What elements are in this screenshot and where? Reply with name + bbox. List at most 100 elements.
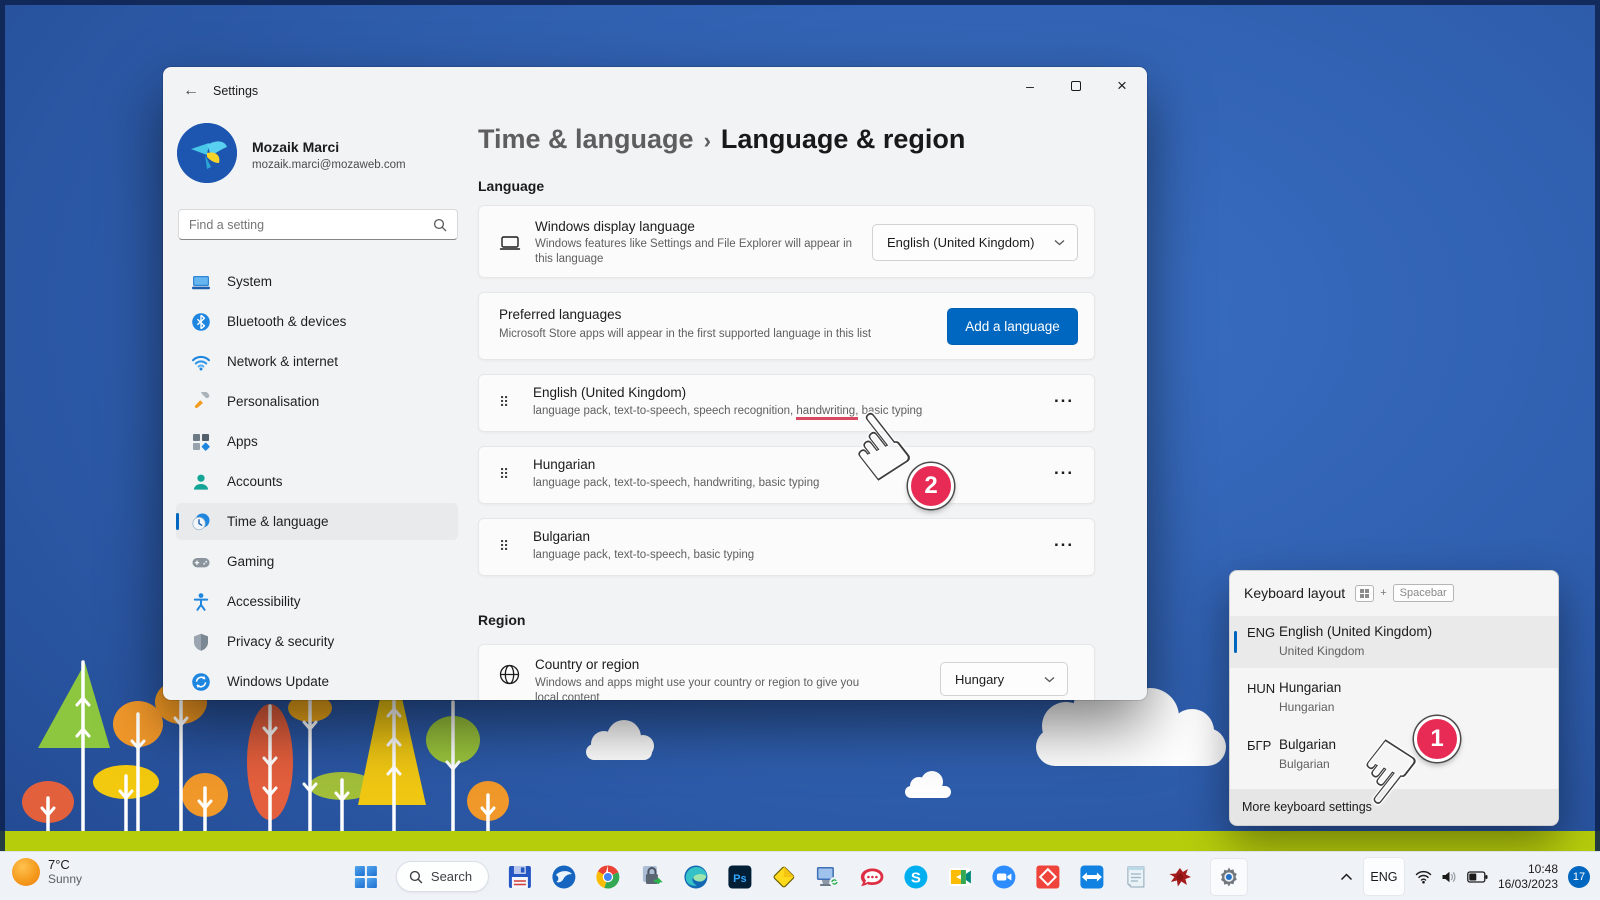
shield-icon xyxy=(191,632,211,652)
back-arrow-icon[interactable]: ← xyxy=(183,82,199,100)
drag-handle-icon[interactable]: ⠿ xyxy=(499,467,509,483)
avatar[interactable] xyxy=(177,123,237,183)
sidebar-item-privacy[interactable]: Privacy & security xyxy=(176,623,458,660)
sidebar-item-label: Time & language xyxy=(227,514,329,529)
step-number: 1 xyxy=(1430,725,1443,753)
description-line1: Windows and apps might use your country … xyxy=(535,677,859,689)
chevron-down-icon xyxy=(1054,239,1065,246)
notification-badge[interactable]: 17 xyxy=(1568,866,1590,888)
weather-widget[interactable]: 7°C Sunny xyxy=(12,857,82,886)
card-description: Microsoft Store apps will appear in the … xyxy=(499,327,929,342)
spacebar-keycap: Spacebar xyxy=(1393,584,1454,602)
gear-icon xyxy=(1216,864,1242,890)
card-title: Country or region xyxy=(535,657,639,672)
notepad-icon[interactable] xyxy=(1122,863,1149,890)
keyboard-item-english[interactable]: ENG English (United Kingdom) United King… xyxy=(1230,616,1558,668)
sidebar-item-accessibility[interactable]: Accessibility xyxy=(176,583,458,620)
language-row-english[interactable]: ⠿ English (United Kingdom) language pack… xyxy=(478,374,1095,432)
drag-handle-icon[interactable]: ⠿ xyxy=(499,395,509,411)
language-name: Hungarian xyxy=(533,457,595,472)
layout-sub: Bulgarian xyxy=(1279,757,1330,771)
user-name: Mozaik Marci xyxy=(252,139,339,155)
breadcrumb: Time & language›Language & region xyxy=(478,124,965,155)
card-title: Windows display language xyxy=(535,219,695,234)
window-title: Settings xyxy=(213,84,258,98)
sidebar-item-gaming[interactable]: Gaming xyxy=(176,543,458,580)
thunderbird-icon[interactable] xyxy=(550,863,577,890)
settings-window: ← Settings – × Mozaik Marci mozaik.marci… xyxy=(163,67,1147,700)
close-button[interactable]: × xyxy=(1099,67,1145,105)
floppy-app-icon[interactable] xyxy=(506,863,533,890)
notification-count: 17 xyxy=(1573,871,1585,883)
gamepad-icon xyxy=(191,552,211,572)
button-label: Add a language xyxy=(965,319,1060,334)
sidebar-item-label: Bluetooth & devices xyxy=(227,314,346,329)
layout-sub: United Kingdom xyxy=(1279,644,1364,658)
sidebar-item-label: Accounts xyxy=(227,474,283,489)
tray-language-button[interactable]: ENG xyxy=(1363,857,1405,896)
user-email: mozaik.marci@mozaweb.com xyxy=(252,159,406,171)
keyboard-item-hungarian[interactable]: HUN Hungarian Hungarian xyxy=(1230,672,1558,724)
card-description: Windows and apps might use your country … xyxy=(535,676,915,700)
teamviewer-icon[interactable] xyxy=(1078,863,1105,890)
chrome-icon[interactable] xyxy=(594,863,621,890)
taskbar: 7°C Sunny Search xyxy=(0,851,1600,900)
country-dropdown[interactable]: Hungary xyxy=(940,662,1068,696)
drag-handle-icon[interactable]: ⠿ xyxy=(499,539,509,555)
sidebar-item-time-language[interactable]: Time & language xyxy=(176,503,458,540)
zoom-icon[interactable] xyxy=(990,863,1017,890)
sidebar-item-label: Windows Update xyxy=(227,674,329,689)
brush-icon xyxy=(191,392,211,412)
tray-chevron-up-icon[interactable] xyxy=(1340,873,1353,881)
layout-code: БГР xyxy=(1247,738,1271,753)
language-row-bulgarian[interactable]: ⠿ Bulgarian language pack, text-to-speec… xyxy=(478,518,1095,576)
sidebar-item-system[interactable]: System xyxy=(176,263,458,300)
edge-icon[interactable] xyxy=(682,863,709,890)
search-input[interactable] xyxy=(179,218,433,232)
tray-clock[interactable]: 10:48 16/03/2023 xyxy=(1498,862,1558,891)
step-1-marker: 1 xyxy=(1414,716,1460,762)
tray-volume-icon[interactable] xyxy=(1441,870,1458,884)
more-options-icon[interactable]: ··· xyxy=(1054,391,1074,411)
diamond-app-icon[interactable] xyxy=(770,863,797,890)
language-row-hungarian[interactable]: ⠿ Hungarian language pack, text-to-speec… xyxy=(478,446,1095,504)
start-button[interactable] xyxy=(352,863,379,890)
secure-sync-app-icon[interactable] xyxy=(638,863,665,890)
remote-computer-app-icon[interactable] xyxy=(814,863,841,890)
popup-title: Keyboard layout xyxy=(1244,585,1345,601)
skype-icon[interactable]: S xyxy=(902,863,929,890)
paint-splat-app-icon[interactable] xyxy=(1166,863,1193,890)
sidebar-item-windows-update[interactable]: Windows Update xyxy=(176,663,458,700)
plus-sign: + xyxy=(1380,587,1386,599)
search-box[interactable] xyxy=(178,209,458,240)
anydesk-icon[interactable] xyxy=(1034,863,1061,890)
apps-grid-icon xyxy=(191,432,211,452)
system-icon xyxy=(191,272,211,292)
windows-key-icon xyxy=(1355,585,1374,602)
sidebar-item-label: Apps xyxy=(227,434,258,449)
layout-name: Hungarian xyxy=(1279,680,1341,695)
sidebar-item-bluetooth[interactable]: Bluetooth & devices xyxy=(176,303,458,340)
taskbar-search[interactable]: Search xyxy=(396,861,489,892)
more-options-icon[interactable]: ··· xyxy=(1054,463,1074,483)
sidebar-item-label: Gaming xyxy=(227,554,274,569)
svg-text:S: S xyxy=(911,869,921,886)
update-icon xyxy=(191,672,211,692)
breadcrumb-parent[interactable]: Time & language xyxy=(478,124,694,154)
language-name: English (United Kingdom) xyxy=(533,385,686,400)
photoshop-icon[interactable]: Ps xyxy=(726,863,753,890)
tray-wifi-icon[interactable] xyxy=(1415,870,1432,884)
sidebar-item-apps[interactable]: Apps xyxy=(176,423,458,460)
sun-icon xyxy=(12,858,40,886)
sidebar-item-network[interactable]: Network & internet xyxy=(176,343,458,380)
more-options-icon[interactable]: ··· xyxy=(1054,535,1074,555)
settings-gear-taskbar[interactable] xyxy=(1210,858,1248,896)
sidebar-item-personalisation[interactable]: Personalisation xyxy=(176,383,458,420)
sidebar-item-accounts[interactable]: Accounts xyxy=(176,463,458,500)
google-meet-icon[interactable] xyxy=(946,863,973,890)
rocketchat-icon[interactable] xyxy=(858,863,885,890)
add-language-button[interactable]: Add a language xyxy=(947,308,1078,345)
tray-battery-icon[interactable] xyxy=(1467,871,1488,883)
layout-name: English (United Kingdom) xyxy=(1279,624,1432,639)
display-language-dropdown[interactable]: English (United Kingdom) xyxy=(872,224,1078,261)
